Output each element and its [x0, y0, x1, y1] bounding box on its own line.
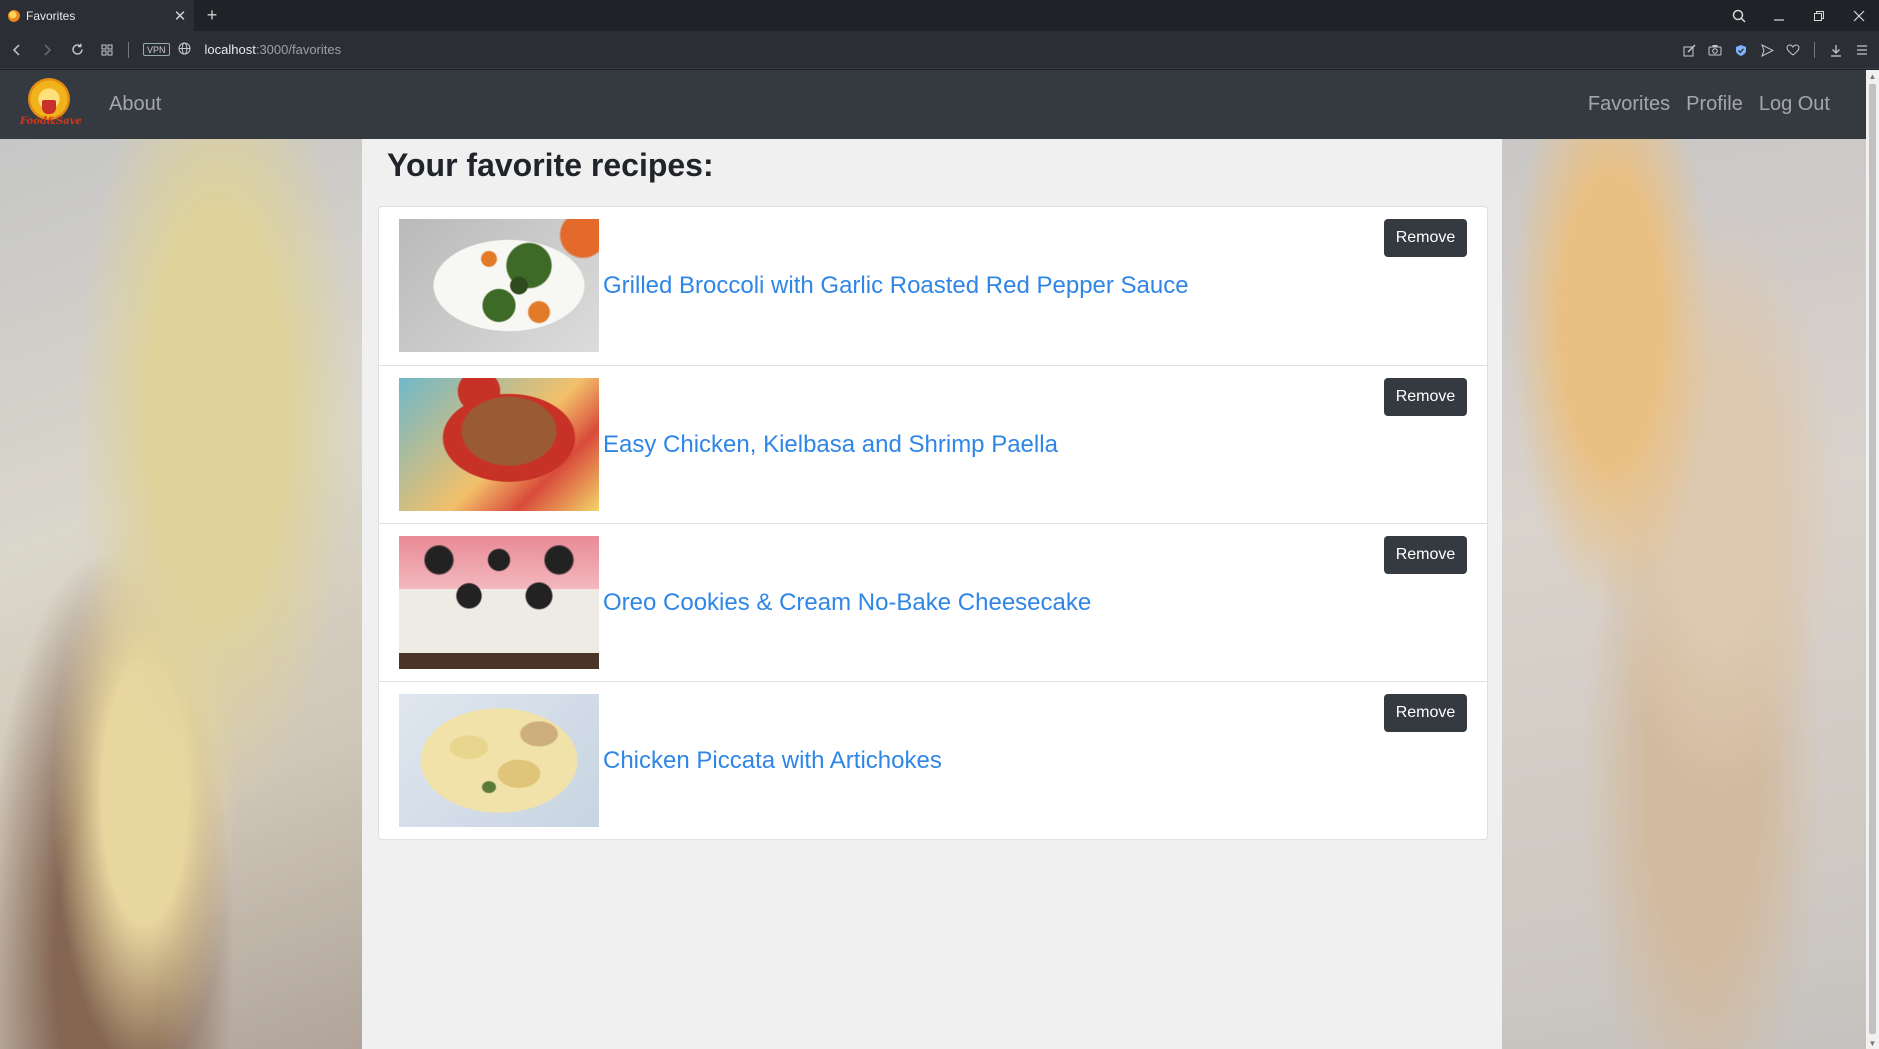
close-tab-icon[interactable]: ✕	[170, 6, 190, 26]
close-window-icon[interactable]	[1839, 0, 1879, 31]
search-icon[interactable]	[1719, 0, 1759, 31]
remove-button[interactable]: Remove	[1384, 536, 1467, 574]
page-viewport: Food&Save About Favorites Profile Log Ou…	[0, 70, 1866, 1049]
recipe-title-link[interactable]: Easy Chicken, Kielbasa and Shrimp Paella	[603, 366, 1058, 524]
scrollbar-thumb[interactable]	[1869, 84, 1876, 1034]
remove-button[interactable]: Remove	[1384, 694, 1467, 732]
shield-icon[interactable]	[1728, 37, 1754, 63]
list-item: Chicken Piccata with Artichokes Remove	[379, 681, 1487, 839]
recipe-title-link[interactable]: Grilled Broccoli with Garlic Roasted Red…	[603, 207, 1189, 365]
list-item: Oreo Cookies & Cream No-Bake Cheesecake …	[379, 523, 1487, 681]
remove-button[interactable]: Remove	[1384, 219, 1467, 257]
scroll-up-icon[interactable]: ▲	[1866, 70, 1879, 82]
tab-title: Favorites	[26, 8, 76, 23]
forward-icon[interactable]	[34, 37, 60, 63]
list-item: Grilled Broccoli with Garlic Roasted Red…	[379, 207, 1487, 365]
recipe-image-piccata[interactable]	[399, 694, 599, 827]
page-title: Your favorite recipes:	[387, 147, 714, 183]
nav-about-link[interactable]: About	[109, 70, 161, 139]
favorites-list: Grilled Broccoli with Garlic Roasted Red…	[378, 206, 1488, 840]
recipe-image-paella[interactable]	[399, 378, 599, 511]
divider	[1814, 42, 1815, 58]
address-bar: VPN localhost:3000/favorites	[0, 31, 1879, 69]
heart-icon[interactable]	[1780, 37, 1806, 63]
camera-icon[interactable]	[1702, 37, 1728, 63]
nav-favorites-link[interactable]: Favorites	[1588, 70, 1670, 139]
site-navbar: Food&Save About Favorites Profile Log Ou…	[0, 70, 1866, 139]
url-field[interactable]: localhost:3000/favorites	[205, 42, 342, 57]
background-food-image-right	[1502, 139, 1866, 1049]
nav-logout-link[interactable]: Log Out	[1759, 70, 1830, 139]
reload-icon[interactable]	[64, 37, 90, 63]
recipe-image-broccoli[interactable]	[399, 219, 599, 352]
recipe-title-link[interactable]: Oreo Cookies & Cream No-Bake Cheesecake	[603, 524, 1091, 682]
restore-icon[interactable]	[1799, 0, 1839, 31]
download-icon[interactable]	[1823, 37, 1849, 63]
globe-icon[interactable]	[178, 42, 191, 58]
url-path: :3000/favorites	[255, 42, 342, 57]
scroll-down-icon[interactable]: ▼	[1866, 1037, 1879, 1049]
tabs-grid-icon[interactable]	[94, 37, 120, 63]
send-icon[interactable]	[1754, 37, 1780, 63]
pot-logo-icon	[42, 100, 56, 114]
window-controls	[1719, 0, 1879, 31]
browser-tab[interactable]: Favorites ✕	[0, 0, 194, 31]
recipe-image-cheesecake[interactable]	[399, 536, 599, 669]
main-container: Your favorite recipes: Grilled Broccoli …	[362, 139, 1502, 1049]
minimize-icon[interactable]	[1759, 0, 1799, 31]
nav-right-links: Favorites Profile Log Out	[1588, 70, 1830, 139]
vertical-scrollbar[interactable]: ▲ ▼	[1866, 70, 1879, 1049]
vpn-badge[interactable]: VPN	[143, 43, 170, 56]
brand-logo[interactable]: Food&Save	[20, 78, 82, 130]
favicon-icon	[8, 9, 20, 22]
browser-tab-bar: Favorites ✕ +	[0, 0, 1879, 31]
url-host: localhost	[204, 42, 256, 57]
nav-profile-link[interactable]: Profile	[1686, 70, 1743, 139]
back-icon[interactable]	[4, 37, 30, 63]
brand-logo-text: Food&Save	[20, 116, 82, 127]
background-food-image-left	[0, 139, 362, 1049]
recipe-title-link[interactable]: Chicken Piccata with Artichokes	[603, 682, 942, 840]
list-item: Easy Chicken, Kielbasa and Shrimp Paella…	[379, 365, 1487, 523]
remove-button[interactable]: Remove	[1384, 378, 1467, 416]
menu-icon[interactable]	[1849, 37, 1875, 63]
address-bar-actions	[1676, 31, 1875, 69]
divider	[128, 41, 129, 58]
new-tab-icon[interactable]: +	[198, 2, 226, 30]
edit-icon[interactable]	[1676, 37, 1702, 63]
